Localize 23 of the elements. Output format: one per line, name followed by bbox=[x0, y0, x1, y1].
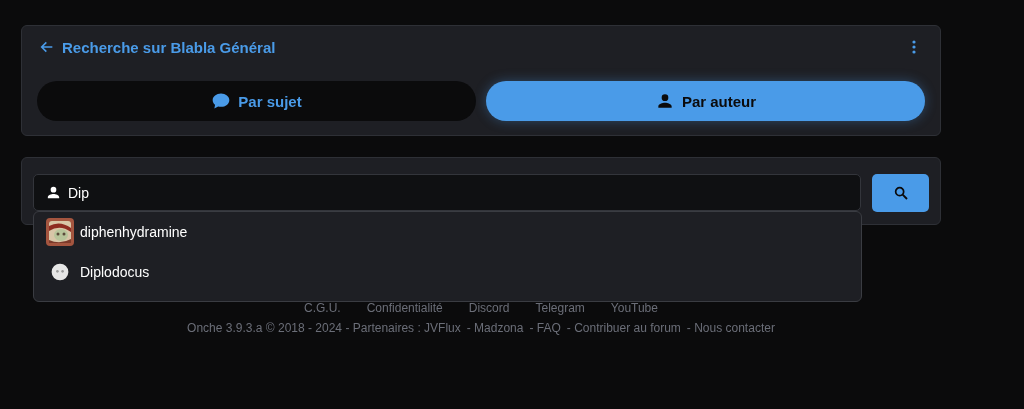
copyright-text: Onche 3.9.3.a © 2018 - 2024 - Partenaires : JVFlux bbox=[187, 321, 461, 335]
search-icon bbox=[892, 185, 909, 201]
author-search-field[interactable]: Dip bbox=[33, 174, 861, 211]
back-arrow-icon[interactable] bbox=[39, 39, 55, 55]
footer-link[interactable]: - FAQ bbox=[529, 321, 561, 335]
page-title: Recherche sur Blabla Général bbox=[62, 38, 276, 56]
footer-link[interactable]: Telegram bbox=[535, 301, 585, 315]
chat-icon bbox=[211, 91, 232, 111]
footer-link[interactable]: - Nous contacter bbox=[686, 321, 775, 335]
search-mode-tab[interactable]: Par auteur bbox=[486, 81, 925, 121]
search-button[interactable] bbox=[872, 174, 929, 212]
more-icon[interactable] bbox=[912, 40, 916, 54]
footer-link[interactable]: - Madzona bbox=[466, 321, 524, 335]
footer-link[interactable]: - Contribuer au forum bbox=[566, 321, 681, 335]
search-mode-tab[interactable]: Par sujet bbox=[37, 81, 476, 121]
default-avatar-icon bbox=[51, 263, 69, 281]
footer-link[interactable]: C.G.U. bbox=[304, 301, 341, 315]
person-icon bbox=[45, 184, 62, 201]
footer-link[interactable]: Confidentialité bbox=[366, 301, 443, 315]
suggestion-item[interactable]: Diplodocus bbox=[34, 257, 861, 287]
suggestion-item[interactable]: diphenhydramine bbox=[34, 217, 861, 247]
footer-link[interactable]: Discord bbox=[468, 301, 510, 315]
footer-link[interactable]: YouTube bbox=[610, 301, 658, 315]
